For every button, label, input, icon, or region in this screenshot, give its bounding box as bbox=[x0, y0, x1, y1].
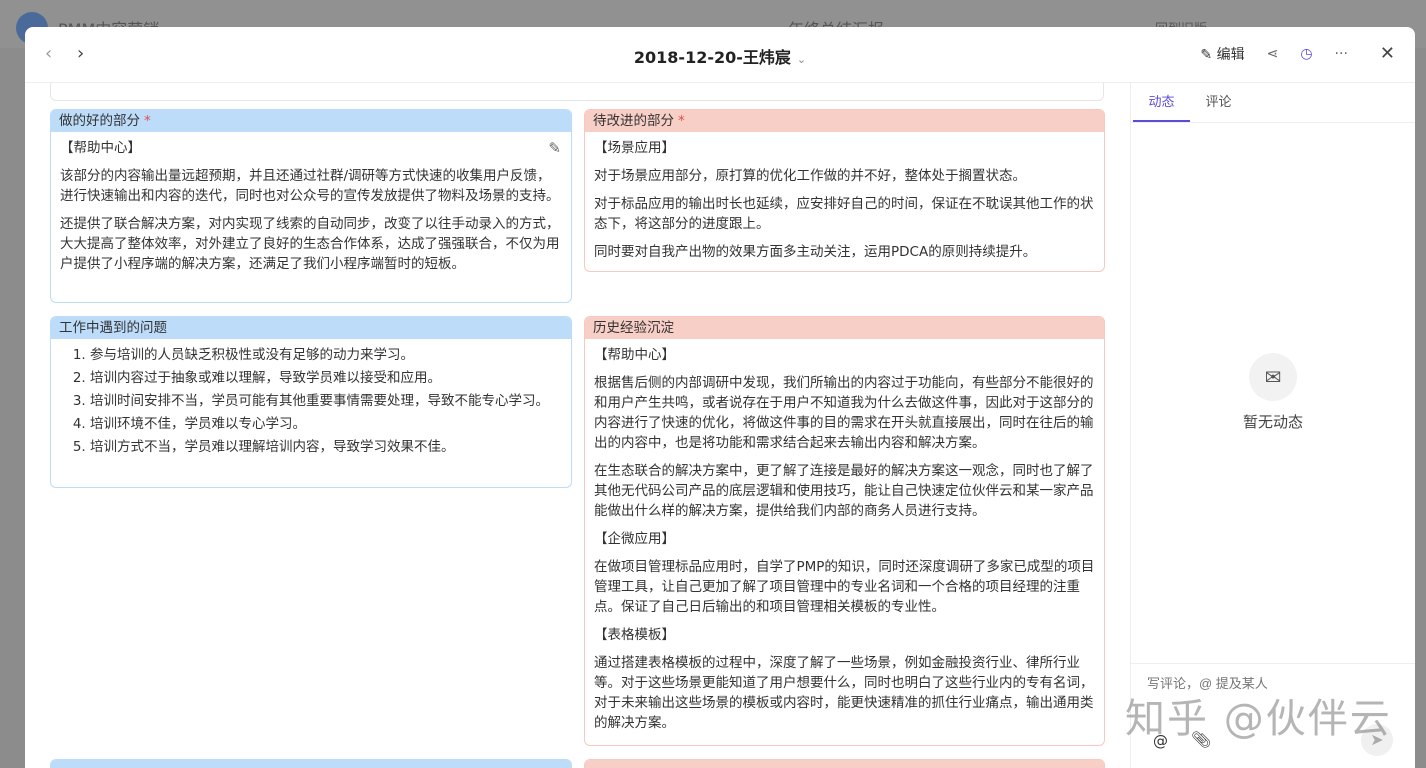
paragraph: 该部分的内容输出量远超预期，并且还通过社群/调研等方式快速的收集用户反馈，进行快… bbox=[60, 168, 560, 204]
inbox-icon: ✉ bbox=[1249, 353, 1297, 401]
section-heading: 【帮助中心】 bbox=[60, 140, 141, 156]
previous-card-fragment bbox=[50, 83, 1104, 101]
card-title: 做的好的部分 bbox=[59, 113, 140, 129]
empty-state: ✉ 暂无动态 bbox=[1131, 353, 1415, 432]
record-content: 做的好的部分 * ✎ 【帮助中心】 该部分的内容输出量远超预期，并且还通过社群/调… bbox=[25, 83, 1130, 768]
section-heading: 【帮助中心】 bbox=[594, 347, 675, 363]
card-problems: 工作中遇到的问题 参与培训的人员缺乏积极性或没有足够的动力来学习。 培训内容过于… bbox=[50, 316, 572, 488]
paragraph: 根据售后侧的内部调研中发现，我们所输出的内容过于功能向，有些部分不能很好的和用户… bbox=[594, 375, 1094, 451]
activity-sidebar: 动态 评论 ✉ 暂无动态 @ 📎︎ ➤ bbox=[1130, 83, 1415, 768]
list-item: 培训方式不当，学员难以理解培训内容，导致学习效果不佳。 bbox=[90, 437, 562, 457]
card-good-parts: 做的好的部分 * ✎ 【帮助中心】 该部分的内容输出量远超预期，并且还通过社群/调… bbox=[50, 109, 572, 303]
section-heading: 【表格模板】 bbox=[594, 627, 675, 643]
paragraph: 通过搭建表格模板的过程中，深度了解了一些场景，例如金融投资行业、律所行业等。对于… bbox=[594, 655, 1094, 731]
send-icon[interactable]: ➤ bbox=[1361, 724, 1393, 756]
comment-input[interactable] bbox=[1147, 676, 1397, 691]
chevron-down-icon: ⌄ bbox=[796, 53, 807, 66]
list-item: 培训环境不佳，学员难以专心学习。 bbox=[90, 414, 562, 434]
paragraph: 在做项目管理标品应用时，自学了PMP的知识，同时还深度调研了多家已成型的项目管理… bbox=[594, 559, 1095, 615]
share-icon[interactable]: ⋖ bbox=[1267, 46, 1279, 62]
more-icon[interactable]: ··· bbox=[1335, 46, 1348, 62]
tab-comments[interactable]: 评论 bbox=[1190, 83, 1247, 122]
card-history-experience: 历史经验沉淀 【帮助中心】 根据售后侧的内部调研中发现，我们所输出的内容过于功能… bbox=[584, 316, 1105, 746]
paragraph: 同时要对自我产出物的效果方面多主动关注，运用PDCA的原则持续提升。 bbox=[594, 244, 1037, 260]
comment-box: @ 📎︎ ➤ bbox=[1131, 663, 1415, 768]
record-modal: ‹ › 2018-12-20-王炜宸 ⌄ ✎ 编辑 ⋖ ◷ ··· ✕ 做的好的部… bbox=[25, 27, 1415, 768]
paragraph: 在生态联合的解决方案中，更了解了连接是最好的解决方案这一观念，同时也了解了其他无… bbox=[594, 463, 1094, 519]
section-heading: 【场景应用】 bbox=[594, 140, 675, 156]
modal-header: ‹ › 2018-12-20-王炜宸 ⌄ ✎ 编辑 ⋖ ◷ ··· ✕ bbox=[25, 27, 1415, 83]
list-item: 参与培训的人员缺乏积极性或没有足够的动力来学习。 bbox=[90, 345, 562, 365]
attachment-icon[interactable]: 📎︎ bbox=[1191, 730, 1211, 749]
edit-button[interactable]: ✎ 编辑 bbox=[1200, 44, 1244, 64]
edit-label: 编辑 bbox=[1216, 46, 1245, 63]
list-item: 培训时间安排不当，学员可能有其他重要事情需要处理，导致不能专心学习。 bbox=[90, 391, 562, 411]
mention-icon[interactable]: @ bbox=[1153, 732, 1168, 750]
card-title: 工作中遇到的问题 bbox=[59, 320, 167, 336]
next-card-blue-fragment bbox=[50, 759, 572, 768]
section-heading: 【企微应用】 bbox=[594, 531, 675, 547]
close-icon[interactable]: ✕ bbox=[1380, 43, 1395, 64]
paragraph: 对于标品应用的输出时长也延续，应安排好自己的时间，保证在不耽误其他工作的状态下，… bbox=[594, 196, 1094, 232]
pencil-icon: ✎ bbox=[1200, 46, 1213, 63]
history-clock-icon[interactable]: ◷ bbox=[1300, 46, 1312, 62]
list-item: 培训内容过于抽象或难以理解，导致学员难以接受和应用。 bbox=[90, 368, 562, 388]
tab-activity[interactable]: 动态 bbox=[1133, 83, 1190, 122]
empty-text: 暂无动态 bbox=[1242, 413, 1303, 431]
paragraph: 还提供了联合解决方案，对内实现了线索的自动同步，改变了以往手动录入的方式，大大提… bbox=[60, 216, 560, 272]
card-title: 待改进的部分 bbox=[593, 113, 674, 129]
record-title-text: 2018-12-20-王炜宸 bbox=[633, 48, 791, 67]
next-card-red-fragment bbox=[584, 759, 1105, 768]
pencil-icon[interactable]: ✎ bbox=[548, 138, 561, 158]
paragraph: 对于场景应用部分，原打算的优化工作做的并不好，整体处于搁置状态。 bbox=[594, 168, 1026, 184]
card-title: 历史经验沉淀 bbox=[593, 320, 674, 336]
card-improve-parts: 待改进的部分 * 【场景应用】 对于场景应用部分，原打算的优化工作做的并不好，整体… bbox=[584, 109, 1105, 272]
